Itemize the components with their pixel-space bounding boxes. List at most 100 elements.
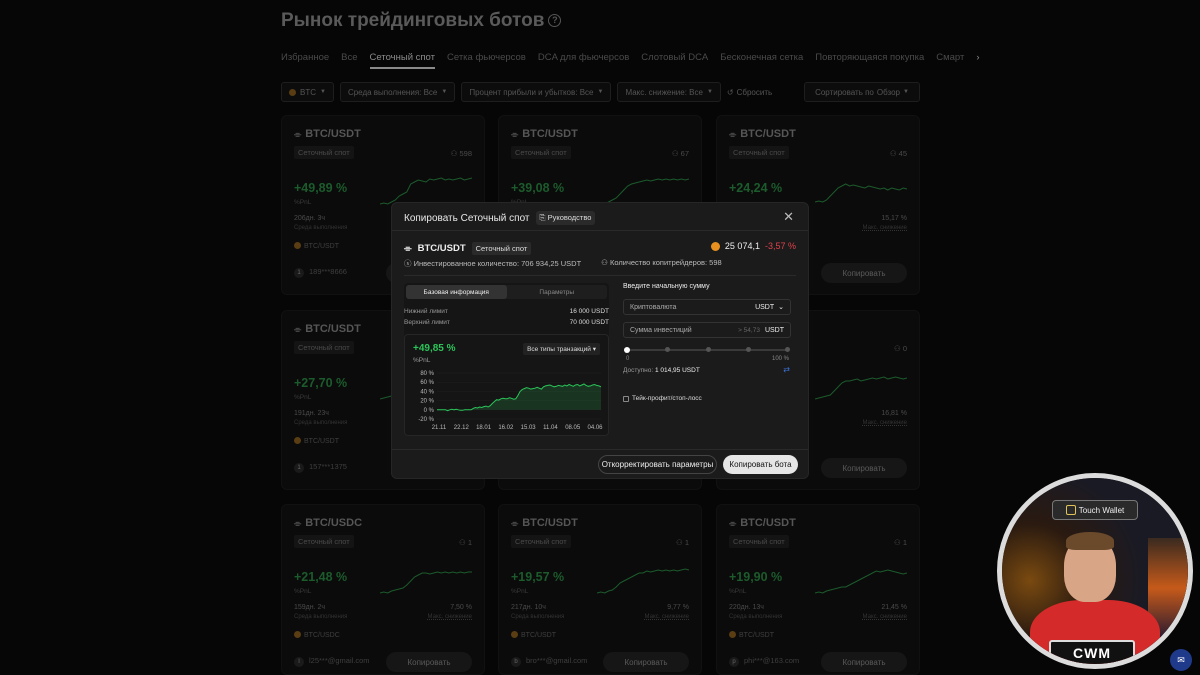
tab-item[interactable]: Сетка фьючерсов <box>447 52 526 69</box>
investment-amount-input[interactable]: Сумма инвестиций > 54,73 USDT <box>623 322 791 338</box>
bot-type-tag: Сеточный спот <box>471 242 532 255</box>
bot-card[interactable]: ⌯ BTC/USDT Сеточный спот ⚇ 1 +19,90 % %PnL 220… <box>716 504 920 675</box>
tab-item[interactable]: Все <box>341 52 357 69</box>
tab-basic-info[interactable]: Базовая информация <box>406 285 507 299</box>
card-type-tag: Сеточный спот <box>294 146 354 159</box>
card-copiers: ⚇ 598 <box>450 149 472 158</box>
card-sparkline <box>815 183 907 203</box>
card-runtime: 220дн. 13ч <box>729 604 764 611</box>
card-copy-button[interactable]: Копировать <box>386 652 472 672</box>
wallet-logo-icon <box>1065 505 1076 515</box>
grid-icon: ⌯ <box>729 129 737 139</box>
card-copy-button[interactable]: Копировать <box>603 652 689 672</box>
card-owner: l l25***@gmail.com <box>294 656 370 667</box>
slider-max-label: 100 % <box>772 356 790 362</box>
card-pnl-label: %PnL <box>729 588 747 595</box>
filter-bar: BTC ▼ Среда выполнения: Все ▼ Процент приб… <box>281 82 772 102</box>
card-sparkline <box>380 571 472 594</box>
coin-icon <box>729 631 736 638</box>
card-owner: 1 157***1375 <box>294 462 347 473</box>
available-balance: Доступно: 1 014,95 USDT <box>623 367 700 374</box>
coin-filter[interactable]: BTC ▼ <box>281 82 334 102</box>
upper-limit-value: 70 000 USDT <box>569 319 609 326</box>
card-pnl: +49,89 % <box>294 181 348 195</box>
card-pair: ⌯ BTC/USDT <box>729 517 796 529</box>
card-pair: ⌯ BTC/USDT <box>511 128 578 140</box>
coin-icon <box>294 437 301 444</box>
chat-support-icon[interactable]: ✉ <box>1170 649 1192 671</box>
card-coin: BTC/USDT <box>294 242 339 250</box>
adjust-params-button[interactable]: Откорректировать параметры <box>598 455 717 474</box>
drawdown-filter[interactable]: Макс. снижение: Все ▼ <box>617 82 721 102</box>
bot-stats: ⓢ Инвестированное количество: 706 934,25… <box>404 258 722 269</box>
x-tick-label: 22.12 <box>454 425 470 431</box>
presenter-hair <box>1066 532 1114 550</box>
card-copiers: ⚇ 1 <box>676 538 689 547</box>
tp-sl-checkbox[interactable]: Тейк-профит/стоп-лосс <box>623 395 702 402</box>
close-icon[interactable]: ✕ <box>783 209 794 225</box>
tab-item[interactable]: Слотовый DCA <box>641 52 708 69</box>
help-icon[interactable]: ? <box>548 14 562 28</box>
card-pair: ⌯ BTC/USDC <box>294 517 363 529</box>
card-pnl: +19,90 % <box>729 570 783 584</box>
modal-header: Копировать Сеточный спот ⎘ Руководство <box>404 211 596 225</box>
x-tick-label: 08.05 <box>565 425 581 431</box>
card-copy-button[interactable]: Копировать <box>821 263 907 283</box>
card-coin: BTC/USDT <box>729 631 774 639</box>
dollar-icon: ⓢ <box>404 259 412 268</box>
tab-item[interactable]: Смарт <box>936 52 964 69</box>
grid-icon: ⌯ <box>294 324 302 334</box>
card-drawdown-label: Макс. снижение <box>862 420 907 426</box>
users-icon: ⚇ <box>889 149 897 158</box>
guide-button[interactable]: ⎘ Руководство <box>535 211 596 225</box>
bot-pair: ⌯ BTC/USDT Сеточный спот <box>404 242 532 255</box>
tab-item[interactable]: DCA для фьючерсов <box>538 52 629 69</box>
transaction-type-dropdown[interactable]: Все типы транзакций ▾ <box>523 343 600 355</box>
avatar: l <box>294 657 304 667</box>
pnl-filter[interactable]: Процент прибыли и убытков: Все ▼ <box>461 82 612 102</box>
card-copy-button[interactable]: Копировать <box>821 652 907 672</box>
slider-tick <box>706 347 711 352</box>
sort-dropdown[interactable]: Сортировать по Обзор ▼ <box>804 82 920 102</box>
y-tick-label: 40 % <box>420 389 434 395</box>
tab-item[interactable]: Бесконечная сетка <box>720 52 803 69</box>
copy-bot-button[interactable]: Копировать бота <box>723 455 798 474</box>
card-pnl-label: %PnL <box>294 394 312 401</box>
tabs-next-icon[interactable]: › <box>976 52 979 69</box>
card-owner: 1 189***8666 <box>294 267 347 278</box>
reset-filters-button[interactable]: ↺ Сбросить <box>727 82 772 102</box>
tab-parameters[interactable]: Параметры <box>507 285 608 299</box>
users-icon: ⚇ <box>450 149 458 158</box>
x-tick-label: 16.02 <box>498 425 514 431</box>
transfer-icon[interactable]: ⇄ <box>783 365 790 374</box>
card-pnl: +27,70 % <box>294 376 348 390</box>
card-pnl-label: %PnL <box>294 199 312 206</box>
tab-item[interactable]: Избранное <box>281 52 329 69</box>
price-value: 25 074,1 <box>724 241 760 251</box>
bot-card[interactable]: ⌯ BTC/USDT Сеточный спот ⚇ 1 +19,57 % %PnL 217… <box>498 504 702 675</box>
card-drawdown-label: Макс. снижение <box>862 225 907 231</box>
tab-item[interactable]: Сеточный спот <box>369 52 435 69</box>
caret-down-icon: ▼ <box>441 89 448 95</box>
amount-slider[interactable] <box>624 347 790 353</box>
users-icon: ⚇ <box>459 538 466 547</box>
tab-item[interactable]: Повторяющаяся покупка <box>815 52 924 69</box>
reset-icon: ↺ <box>726 87 734 97</box>
invested-amount: ⓢ Инвестированное количество: 706 934,25… <box>404 259 582 268</box>
card-copy-button[interactable]: Копировать <box>821 458 907 478</box>
card-type-tag: Сеточный спот <box>729 535 789 548</box>
slider-handle[interactable] <box>624 347 630 353</box>
env-filter[interactable]: Среда выполнения: Все ▼ <box>339 82 456 102</box>
card-pnl-label: %PnL <box>511 588 529 595</box>
card-type-tag: Сеточный спот <box>294 535 354 548</box>
y-tick-label: 60 % <box>420 380 434 386</box>
crypto-select[interactable]: Криптовалюта USDT ⌄ <box>623 299 791 315</box>
card-copiers: ⚇ 67 <box>671 149 689 158</box>
y-tick-label: 80 % <box>420 371 434 377</box>
amount-label: Введите начальную сумму <box>623 283 710 290</box>
users-icon: ⚇ <box>671 149 679 158</box>
card-drawdown: 16,81 % <box>881 410 907 417</box>
upper-limit-label: Верхний лимит <box>404 319 450 326</box>
bot-card[interactable]: ⌯ BTC/USDC Сеточный спот ⚇ 1 +21,48 % %PnL 159… <box>281 504 485 675</box>
lower-limit-label: Нижний лимит <box>404 308 448 315</box>
